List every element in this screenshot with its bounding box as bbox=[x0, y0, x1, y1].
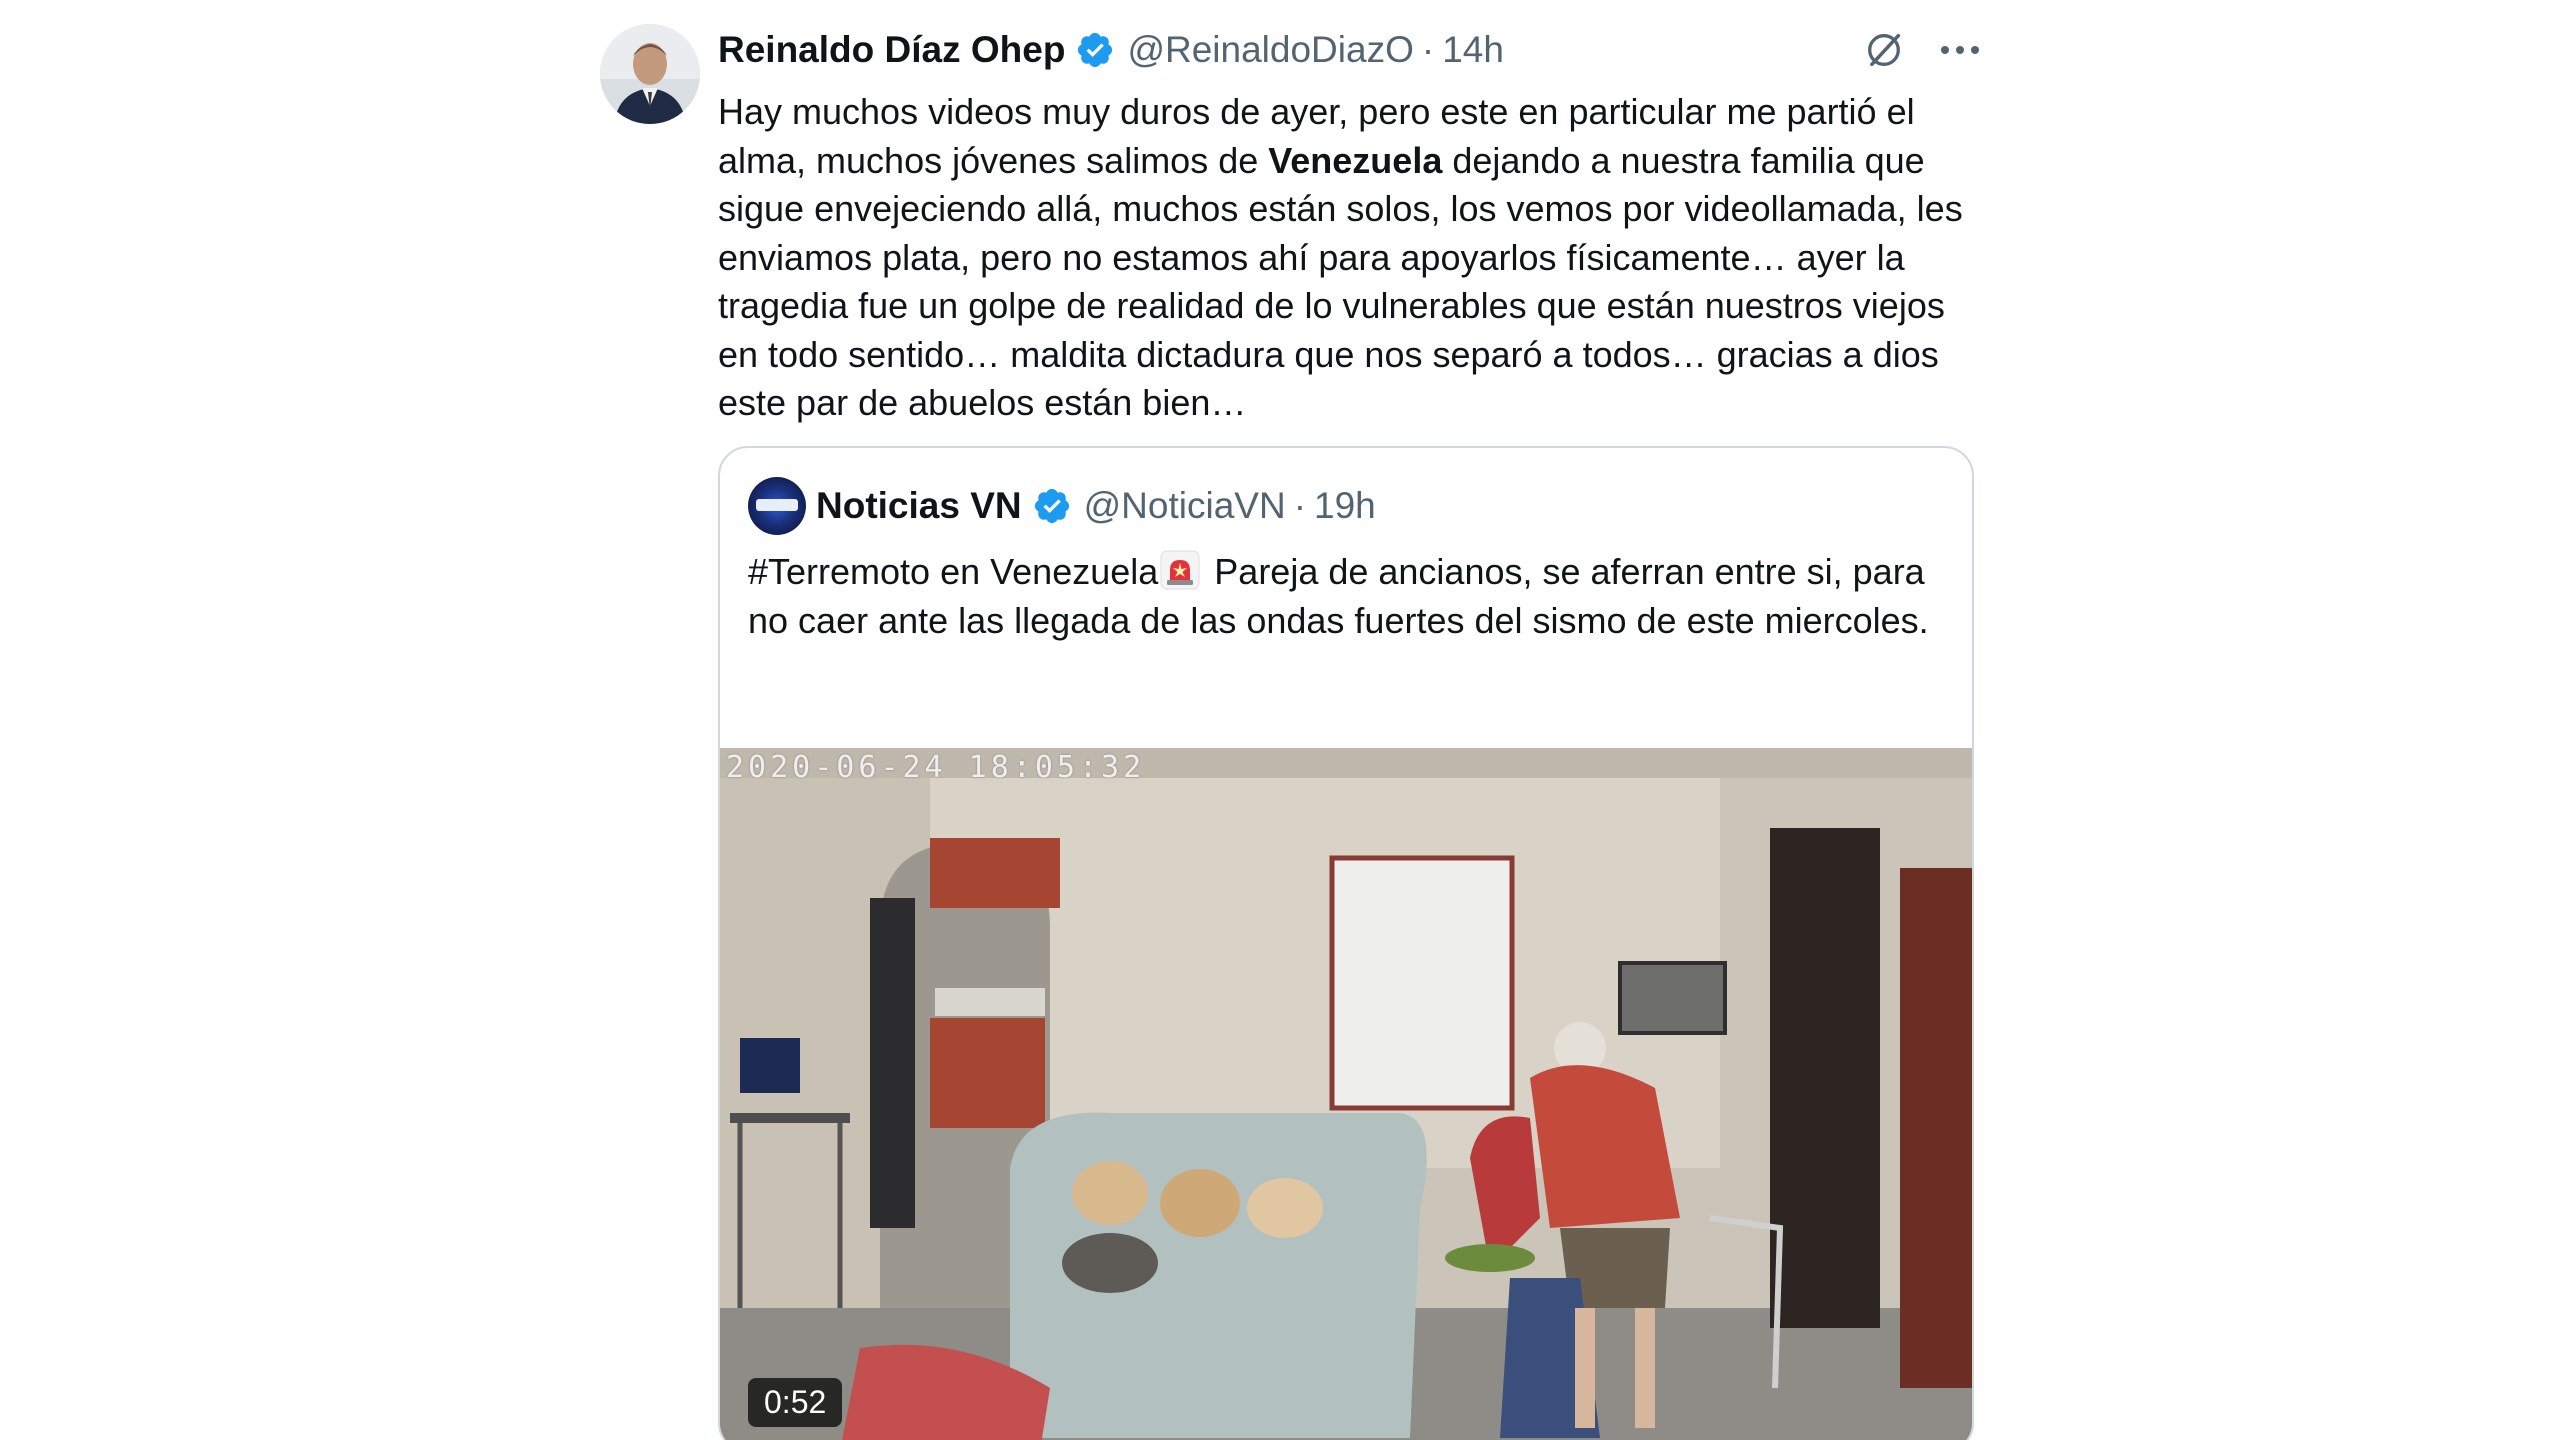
tweet-header: Reinaldo Díaz Ohep @ReinaldoDiazO · 14h bbox=[718, 18, 1980, 82]
quoted-author-name[interactable]: Noticias VN bbox=[816, 485, 1022, 527]
quoted-separator-dot: · bbox=[1293, 485, 1307, 526]
tweet-content: Reinaldo Díaz Ohep @ReinaldoDiazO · 14h bbox=[718, 18, 1980, 428]
author-avatar[interactable] bbox=[600, 24, 700, 124]
video-player[interactable]: 2020-06-24 18:05:32 0:52 bbox=[720, 748, 1972, 1440]
author-handle[interactable]: @ReinaldoDiazO bbox=[1127, 29, 1413, 71]
quoted-tweet-text: #Terremoto en Venezuela Pareja de ancian… bbox=[748, 548, 1948, 645]
siren-emoji-icon bbox=[1160, 550, 1200, 590]
tweet-text-part2: dejando a nuestra familia que sigue enve… bbox=[718, 139, 1973, 424]
quoted-author-avatar[interactable] bbox=[748, 477, 806, 535]
tweet-text: Hay muchos videos muy duros de ayer, per… bbox=[718, 88, 1980, 428]
author-name[interactable]: Reinaldo Díaz Ohep bbox=[718, 29, 1065, 71]
tweet-text-bold[interactable]: Venezuela bbox=[1268, 140, 1442, 181]
quoted-text-hashtag-part: #Terremoto en Venezuela bbox=[748, 551, 1159, 592]
quoted-tweet[interactable]: Noticias VN @NoticiaVN · 19h #Terremoto … bbox=[718, 446, 1974, 1440]
verified-badge-icon bbox=[1075, 30, 1115, 70]
quoted-tweet-time[interactable]: 19h bbox=[1314, 485, 1376, 527]
quoted-author-handle[interactable]: @NoticiaVN bbox=[1084, 485, 1286, 527]
header-actions bbox=[1862, 28, 1980, 72]
page: Reinaldo Díaz Ohep @ReinaldoDiazO · 14h bbox=[0, 0, 2560, 1440]
video-timestamp-overlay: 2020-06-24 18:05:32 bbox=[726, 750, 1146, 785]
quoted-tweet-header: Noticias VN @NoticiaVN · 19h bbox=[748, 476, 1376, 536]
separator-dot: · bbox=[1421, 29, 1435, 70]
avatar-photo bbox=[600, 24, 700, 124]
video-frame bbox=[720, 748, 1972, 1440]
video-duration-badge: 0:52 bbox=[748, 1378, 843, 1427]
tweet-time[interactable]: 14h bbox=[1442, 29, 1504, 71]
grok-icon[interactable] bbox=[1862, 28, 1906, 72]
more-icon[interactable] bbox=[1940, 44, 1980, 56]
quoted-verified-badge-icon bbox=[1032, 486, 1072, 526]
